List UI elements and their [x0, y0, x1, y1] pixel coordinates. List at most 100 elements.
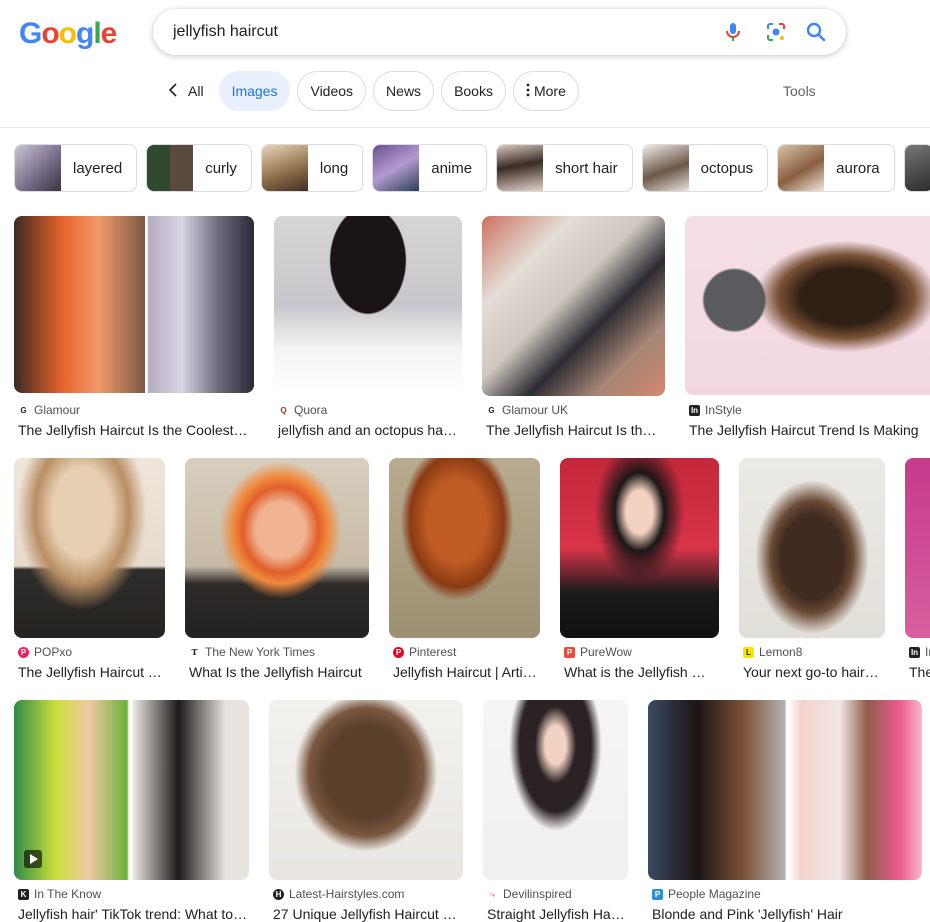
result-source: H Latest-Hairstyles.com: [273, 887, 404, 901]
result-source: P People Magazine: [652, 887, 761, 901]
chip-label: long: [319, 159, 349, 177]
chip-layered[interactable]: layered: [14, 144, 138, 192]
image-result[interactable]: G Glamour UK The Jellyfish Haircut Is the…: [482, 216, 665, 441]
instyle-favicon: In: [689, 404, 700, 416]
tab-news[interactable]: News: [373, 71, 435, 111]
result-image: [389, 458, 540, 638]
result-image: [185, 458, 369, 638]
result-source: ⤷ Devilinspired: [487, 887, 572, 901]
result-source: L Lemon8: [743, 645, 802, 659]
video-play-icon: [24, 850, 42, 868]
result-source: In InStyle: [689, 403, 742, 417]
result-source-label: POPxo: [34, 645, 73, 659]
result-image: [685, 216, 930, 395]
result-source-label: InStyle: [705, 403, 742, 417]
chip-label: anime: [431, 159, 473, 177]
image-result[interactable]: P PureWow What is the Jellyfish Haircut: [560, 458, 719, 683]
instyle-favicon: In: [909, 646, 920, 658]
image-result[interactable]: P POPxo The Jellyfish Haircut Trend: [14, 458, 165, 683]
logo-letter: g: [76, 17, 94, 50]
chip-partial[interactable]: [903, 144, 930, 192]
image-result[interactable]: G Glamour The Jellyfish Haircut Is the Co…: [14, 216, 254, 441]
lemon8-favicon: L: [743, 646, 754, 658]
result-image: [14, 700, 249, 880]
result-title: Jellyfish hair' TikTok trend: What to kn…: [18, 906, 249, 922]
image-result[interactable]: ⤷ Devilinspired Straight Jellyfish Hair W…: [483, 700, 628, 922]
result-image: [274, 216, 462, 393]
image-result[interactable]: P People Magazine Blonde and Pink 'Jellyf…: [648, 700, 922, 922]
chip-aurora[interactable]: aurora: [777, 144, 895, 192]
result-title: Straight Jellyfish Hair Wig: [487, 906, 626, 922]
search-box: [153, 9, 846, 55]
image-result[interactable]: K In The Know Jellyfish hair' TikTok tren…: [14, 700, 249, 922]
chip-label: layered: [73, 159, 123, 177]
tab-all-label: All: [188, 83, 204, 99]
result-source-label: In The Know: [34, 887, 102, 901]
search-icon[interactable]: [804, 20, 828, 44]
result-source-label: Glamour UK: [502, 403, 569, 417]
quora-favicon: Q: [278, 404, 289, 416]
image-result[interactable]: Q Quora jellyfish and an octopus haircut: [274, 216, 462, 441]
result-image: [269, 700, 463, 880]
result-source-label: In: [925, 645, 930, 659]
result-image: [648, 700, 922, 880]
chip-thumbnail: [15, 145, 61, 191]
result-source-label: PureWow: [580, 645, 632, 659]
chip-long[interactable]: long: [260, 144, 364, 192]
chip-thumbnail: [147, 145, 194, 191]
chip-short-hair[interactable]: short hair: [496, 144, 633, 192]
image-result[interactable]: In In The: [905, 458, 930, 683]
nyt-favicon: T: [189, 646, 200, 658]
result-source-label: The New York Times: [205, 645, 316, 659]
result-source: G Glamour UK: [486, 403, 568, 417]
image-result[interactable]: T The New York Times What Is the Jellyfis…: [185, 458, 369, 683]
result-title: Jellyfish Haircut | Artistic: [393, 664, 540, 680]
tab-all[interactable]: All: [160, 71, 212, 111]
result-source: G Glamour: [18, 403, 80, 417]
result-title: The Jellyfish Haircut Trend Is Making: [689, 422, 919, 438]
microphone-icon[interactable]: [721, 20, 745, 44]
result-image: [560, 458, 719, 638]
more-vert-icon: [526, 83, 530, 100]
result-title: The Jellyfish Haircut Is the Coolest Hai…: [18, 422, 250, 438]
result-title: What is the Jellyfish Haircut: [564, 664, 715, 680]
result-source: K In The Know: [18, 887, 101, 901]
tools-button[interactable]: Tools: [783, 83, 816, 99]
image-result[interactable]: P Pinterest Jellyfish Haircut | Artistic: [389, 458, 540, 683]
tab-books[interactable]: Books: [441, 71, 506, 111]
result-source-label: Latest-Hairstyles.com: [289, 887, 405, 901]
image-result[interactable]: In InStyle The Jellyfish Haircut Trend Is…: [685, 216, 930, 441]
search-input[interactable]: [173, 20, 693, 44]
result-title: What Is the Jellyfish Haircut: [189, 664, 362, 680]
chip-curly[interactable]: curly: [146, 144, 252, 192]
chip-thumbnail: [778, 145, 825, 191]
popxo-favicon: P: [18, 646, 29, 658]
result-title: 27 Unique Jellyfish Haircut Ideas: [273, 906, 459, 922]
tab-images[interactable]: Images: [218, 71, 291, 111]
tab-videos[interactable]: Videos: [297, 71, 367, 111]
result-source: P PureWow: [564, 645, 632, 659]
google-logo[interactable]: Google: [19, 17, 117, 51]
chip-label: octopus: [700, 159, 754, 177]
chip-label: short hair: [555, 159, 618, 177]
chip-anime[interactable]: anime: [372, 144, 488, 192]
image-result[interactable]: L Lemon8 Your next go-to haircut: [739, 458, 885, 683]
chip-label: aurora: [836, 159, 880, 177]
people-favicon: P: [652, 888, 663, 900]
chip-octopus[interactable]: octopus: [641, 144, 769, 192]
glamour-uk-favicon: G: [486, 404, 497, 416]
devilinspired-favicon: ⤷: [487, 888, 498, 900]
header-divider: [0, 127, 930, 128]
result-source: In In: [909, 645, 930, 659]
result-image: [14, 458, 165, 638]
result-image: [739, 458, 885, 638]
result-source-label: People Magazine: [668, 887, 761, 901]
lens-camera-icon[interactable]: [764, 20, 788, 44]
result-source-label: Quora: [294, 403, 328, 417]
glamour-favicon: G: [18, 404, 29, 416]
chip-thumbnail: [904, 145, 930, 191]
image-result[interactable]: H Latest-Hairstyles.com 27 Unique Jellyfi…: [269, 700, 463, 922]
result-image: [483, 700, 628, 880]
result-source: P POPxo: [18, 645, 72, 659]
tab-more[interactable]: More: [512, 71, 579, 111]
